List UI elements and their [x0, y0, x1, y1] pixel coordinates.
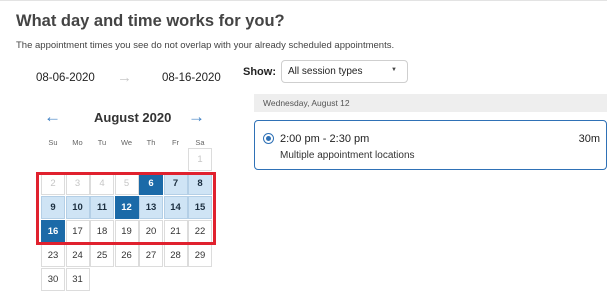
time-slot-option[interactable]: 2:00 pm - 2:30 pm Multiple appointment l… [254, 120, 607, 170]
calendar-day-31: 31 [65, 268, 90, 291]
show-filter-label: Show: [243, 66, 276, 78]
calendar-day-12[interactable]: 12 [114, 196, 139, 219]
calendar-day-22: 22 [188, 220, 212, 243]
slot-duration: 30m [578, 133, 600, 145]
calendar-day-7[interactable]: 7 [163, 172, 188, 195]
session-type-value: All session types [288, 66, 363, 77]
weekday-label: Tu [97, 138, 107, 147]
calendar-day-3: 3 [65, 172, 90, 195]
weekday-label: Th [146, 138, 156, 147]
slot-time: 2:00 pm - 2:30 pm [280, 133, 370, 145]
calendar-day-26: 26 [114, 244, 139, 267]
calendar-day-15[interactable]: 15 [188, 196, 212, 219]
calendar-day-30: 30 [41, 268, 65, 291]
calendar-day-10[interactable]: 10 [65, 196, 90, 219]
calendar-day-2: 2 [41, 172, 65, 195]
calendar-day-16[interactable]: 16 [41, 220, 65, 243]
range-end-date: 08-16-2020 [162, 72, 221, 84]
weekday-label: Su [48, 138, 58, 147]
calendar-day-28: 28 [163, 244, 188, 267]
calendar-day-14[interactable]: 14 [163, 196, 188, 219]
calendar-grid: 1 2 3 4 5 6 7 8 9 10 11 12 13 14 15 16 17 18 19 20 21 22 23 24 2… [41, 148, 213, 292]
range-arrow-icon: → [117, 69, 132, 86]
weekday-label: We [120, 138, 133, 147]
calendar-day-21: 21 [163, 220, 188, 243]
radio-selected-icon[interactable] [263, 133, 274, 144]
weekday-label: Sa [195, 138, 205, 147]
slot-location: Multiple appointment locations [280, 150, 415, 161]
calendar-day-25: 25 [90, 244, 114, 267]
weekday-label: Mo [72, 138, 83, 147]
next-month-icon[interactable]: → [188, 108, 205, 125]
page-subtitle: The appointment times you see do not ove… [16, 40, 395, 51]
calendar-day-23: 23 [41, 244, 65, 267]
calendar-month-title: August 2020 [94, 110, 172, 125]
page-title: What day and time works for you? [16, 12, 285, 30]
calendar-day-11[interactable]: 11 [90, 196, 114, 219]
calendar-day-20: 20 [139, 220, 163, 243]
calendar-day-18: 18 [90, 220, 114, 243]
calendar-day-24: 24 [65, 244, 90, 267]
calendar-day-19: 19 [114, 220, 139, 243]
selected-day-header: Wednesday, August 12 [254, 94, 607, 112]
calendar-day-13[interactable]: 13 [139, 196, 163, 219]
range-start-date: 08-06-2020 [36, 72, 95, 84]
weekday-label: Fr [171, 138, 180, 147]
chevron-down-icon: ▼ [391, 67, 397, 73]
prev-month-icon[interactable]: ← [44, 108, 61, 125]
calendar-day-1: 1 [188, 148, 212, 171]
top-divider [0, 0, 607, 1]
calendar-day-9[interactable]: 9 [41, 196, 65, 219]
calendar-day-8[interactable]: 8 [188, 172, 212, 195]
session-type-select[interactable]: All session types ▼ [281, 60, 408, 83]
calendar-day-6[interactable]: 6 [139, 172, 163, 195]
calendar-day-17: 17 [65, 220, 90, 243]
calendar-day-27: 27 [139, 244, 163, 267]
calendar-day-29: 29 [188, 244, 212, 267]
calendar-day-5: 5 [114, 172, 139, 195]
calendar-day-4: 4 [90, 172, 114, 195]
